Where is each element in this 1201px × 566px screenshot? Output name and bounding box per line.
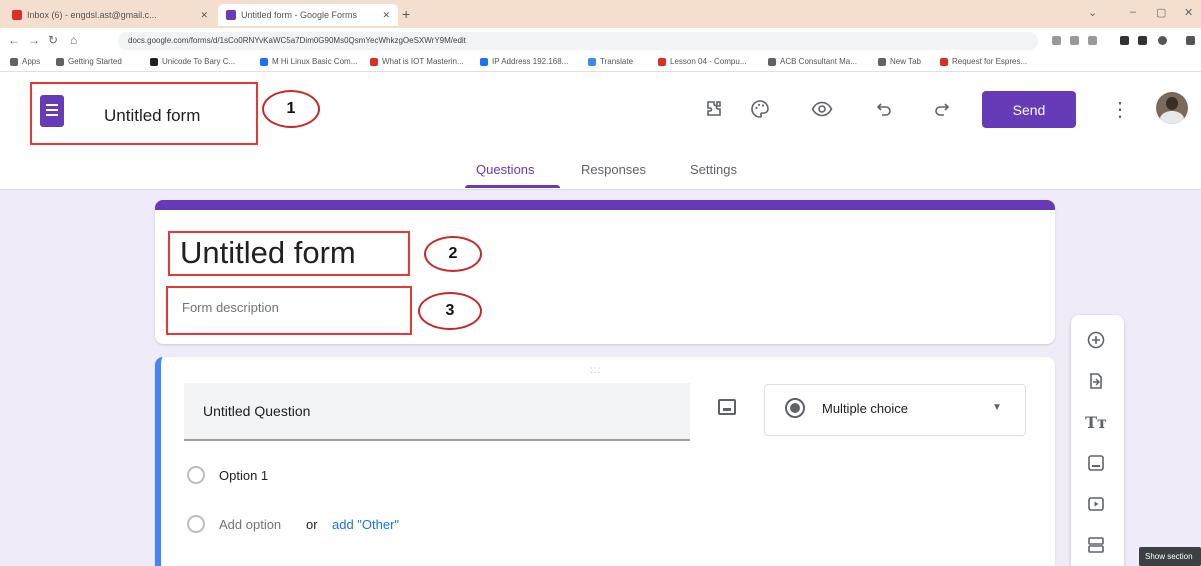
option-1-text[interactable]: Option 1 (219, 468, 268, 483)
minimize-icon[interactable]: – (1130, 6, 1136, 18)
tab-settings[interactable]: Settings (690, 162, 737, 177)
option-radio (187, 466, 205, 484)
profile-icon[interactable] (1158, 36, 1167, 45)
bookmark-favicon-icon (56, 57, 64, 66)
add-section-icon[interactable] (1085, 534, 1107, 556)
bookmark-item[interactable]: IP Address 192.168... (480, 57, 568, 66)
callout-badge-1: 1 (262, 90, 320, 128)
bookmark-item[interactable]: Lesson 04 - Compu... (658, 57, 746, 66)
bookmark-item[interactable]: M Hi Linux Basic Com... (260, 57, 357, 66)
annotation-box-2 (168, 231, 410, 276)
annotation-box-1 (30, 82, 258, 145)
bookmark-item[interactable]: Unicode To Bary C... (150, 57, 235, 66)
or-text: or (306, 517, 318, 532)
bookmark-star-icon[interactable] (1088, 36, 1097, 45)
bookmark-favicon-icon (940, 57, 948, 66)
close-tab-icon[interactable]: ✕ (382, 10, 390, 21)
bookmark-item[interactable]: Getting Started (56, 57, 122, 66)
bookmark-favicon-icon (768, 57, 776, 66)
more-vert-icon[interactable]: ⋮ (1110, 97, 1130, 122)
option-radio (187, 515, 205, 533)
sidebar-icon[interactable] (1138, 36, 1147, 45)
close-window-icon[interactable]: ✕ (1184, 6, 1193, 19)
tab-title: Inbox (6) - engdsl.ast@gmail.c... (27, 10, 157, 20)
add-image-icon[interactable] (718, 399, 736, 415)
close-tab-icon[interactable]: ✕ (200, 10, 208, 21)
new-tab-button[interactable]: + (402, 6, 410, 22)
reload-icon[interactable]: ↻ (48, 33, 58, 47)
bookmark-favicon-icon (878, 57, 886, 66)
customize-addons-icon[interactable] (703, 98, 725, 120)
bookmark-item[interactable]: Translate (588, 57, 633, 66)
callout-badge-3: 3 (418, 292, 482, 330)
address-bar-row: ← → ↻ ⌂ docs.google.com/forms/d/1sCo0RNY… (0, 28, 1201, 54)
question-type-label: Multiple choice (822, 401, 908, 416)
share-icon[interactable] (1052, 36, 1061, 45)
bookmark-favicon-icon (480, 57, 488, 66)
bookmark-item[interactable]: New Tab (878, 57, 921, 66)
annotation-box-3 (166, 286, 412, 335)
send-button[interactable]: Send (982, 91, 1076, 128)
chevron-down-icon[interactable]: ▼ (992, 402, 1002, 413)
forms-favicon-icon (226, 10, 236, 20)
zoom-icon[interactable] (1070, 36, 1079, 45)
browser-menu-icon[interactable] (1186, 36, 1195, 45)
active-tab-indicator (465, 185, 560, 188)
drag-handle-icon[interactable]: ::: (590, 365, 601, 376)
bookmark-favicon-icon (658, 57, 666, 66)
bookmark-favicon-icon (150, 57, 158, 66)
home-icon[interactable]: ⌂ (70, 33, 77, 47)
redo-icon[interactable] (930, 98, 952, 120)
bookmark-item[interactable]: Request for Espres... (940, 57, 1027, 66)
add-image-icon[interactable] (1085, 452, 1107, 474)
back-icon[interactable]: ← (8, 33, 20, 47)
undo-icon[interactable] (874, 98, 896, 120)
bookmark-favicon-icon (370, 57, 378, 66)
callout-badge-2: 2 (424, 236, 482, 272)
preview-eye-icon[interactable] (811, 98, 833, 120)
bookmark-item[interactable]: What is IOT Masterin... (370, 57, 464, 66)
tab-title: Untitled form - Google Forms (241, 10, 358, 20)
bookmark-item[interactable]: ACB Consultant Ma... (768, 57, 857, 66)
add-title-description-icon[interactable]: Tт (1085, 411, 1107, 433)
translate-icon (588, 57, 596, 66)
gmail-favicon-icon (12, 10, 22, 20)
palette-icon[interactable] (749, 98, 771, 120)
maximize-icon[interactable]: ▢ (1156, 6, 1166, 19)
browser-tab-forms[interactable]: Untitled form - Google Forms ✕ (218, 4, 398, 26)
tooltip: Show section (1139, 547, 1201, 566)
apps-grid-icon (10, 57, 18, 66)
add-other-link[interactable]: add "Other" (332, 517, 399, 532)
bookmark-favicon-icon (260, 57, 268, 66)
add-question-icon[interactable] (1085, 329, 1107, 351)
add-video-icon[interactable] (1085, 493, 1107, 515)
tab-responses[interactable]: Responses (581, 162, 646, 177)
floating-toolbar (1071, 315, 1124, 566)
url-field[interactable]: docs.google.com/forms/d/1sCo0RNYvKaWC5a7… (118, 32, 1038, 50)
browser-tab-inbox[interactable]: Inbox (6) - engdsl.ast@gmail.c... ✕ (4, 4, 216, 26)
radio-button-icon (785, 398, 805, 418)
bookmarks-bar: Apps Getting Started Unicode To Bary C..… (0, 54, 1201, 72)
add-option-field[interactable]: Add option (219, 517, 281, 532)
extension-icon[interactable] (1120, 36, 1129, 45)
question-title-text: Untitled Question (203, 403, 311, 419)
tab-questions[interactable]: Questions (476, 162, 535, 177)
browser-tab-bar: Inbox (6) - engdsl.ast@gmail.c... ✕ Unti… (0, 0, 1201, 28)
bookmark-item[interactable]: Apps (10, 57, 40, 66)
forward-icon[interactable]: → (28, 33, 40, 47)
avatar[interactable] (1156, 92, 1188, 124)
tab-search-icon[interactable]: ⌄ (1088, 6, 1097, 19)
import-questions-icon[interactable] (1085, 370, 1107, 392)
